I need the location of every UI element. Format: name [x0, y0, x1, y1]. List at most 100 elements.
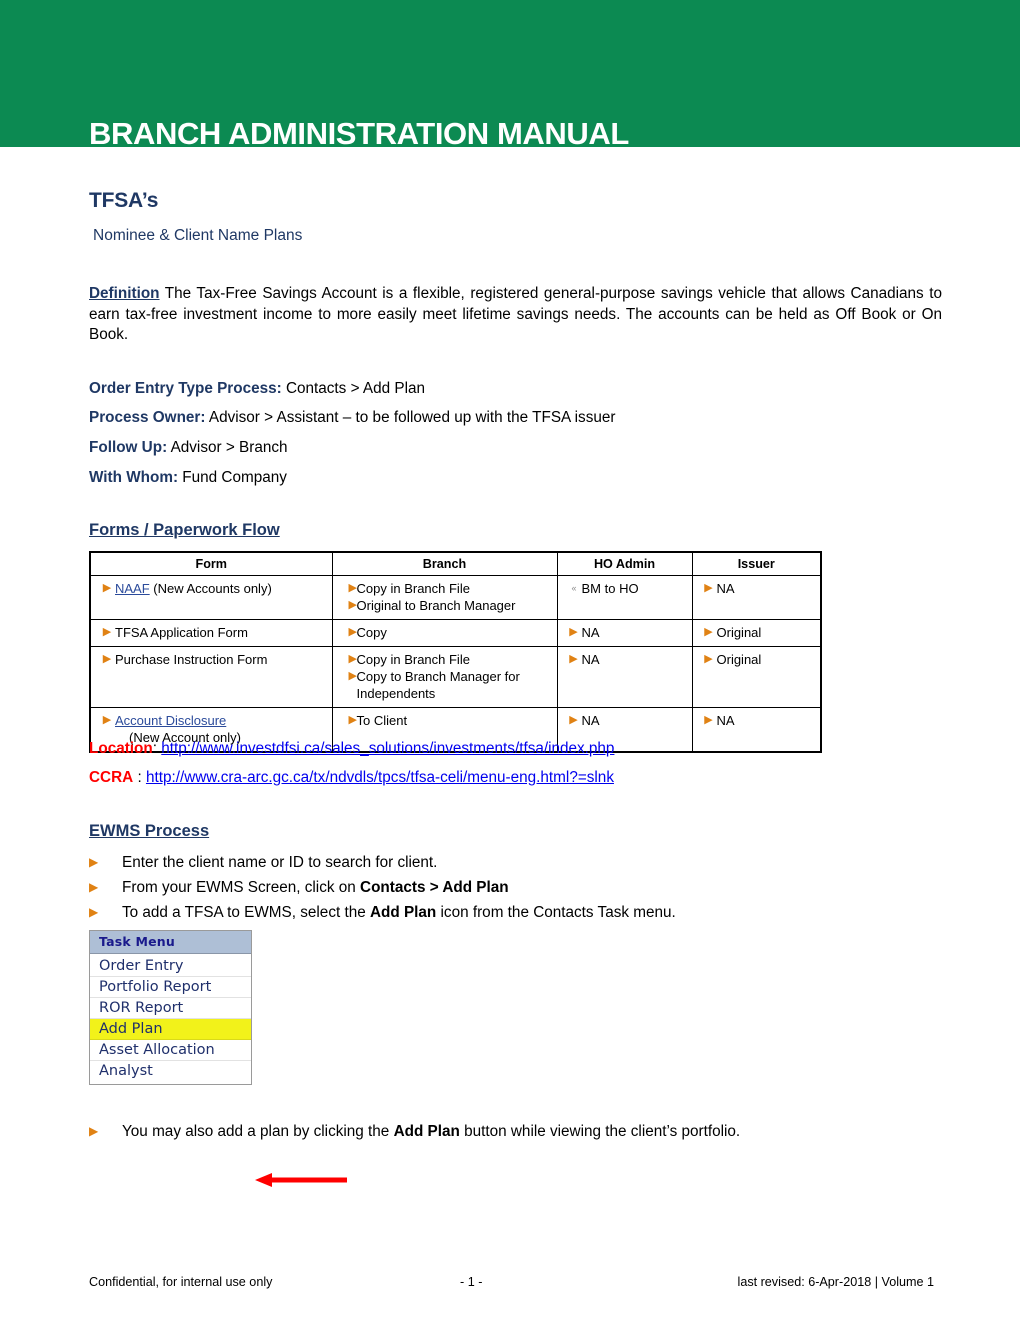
- bullet-triangle-icon: ▶: [102, 653, 112, 665]
- ccra-url-link[interactable]: http://www.cra-arc.gc.ca/tx/ndvdls/tpcs/…: [146, 769, 614, 786]
- list-item-bold: Add Plan: [393, 1123, 460, 1140]
- manual-title: BRANCH ADMINISTRATION MANUAL: [89, 116, 629, 151]
- forms-paperwork-flow-heading: Forms / Paperwork Flow: [89, 521, 280, 539]
- list-item-post: button while viewing the client’s portfo…: [459, 1123, 741, 1140]
- list-item-text: You may also add a plan by clicking the …: [122, 1119, 740, 1144]
- bullet-triangle-icon: ▶: [348, 599, 357, 611]
- bullet-triangle-icon: ▶: [348, 653, 357, 665]
- bullet-triangle-icon: ▶: [569, 653, 578, 665]
- process-owner-label: Process Owner:: [89, 409, 206, 426]
- cell-text: Copy in Branch File: [356, 652, 470, 667]
- naaf-link[interactable]: NAAF: [115, 581, 150, 596]
- cell-text: Original to Branch Manager: [356, 598, 516, 613]
- cell-text: NA: [716, 713, 735, 728]
- task-menu-item-add-plan[interactable]: Add Plan: [90, 1019, 251, 1040]
- task-menu-item-ror-report[interactable]: ROR Report: [90, 998, 251, 1019]
- forms-paperwork-table: Form Branch HO Admin Issuer ▶ NAAF (New …: [89, 551, 822, 753]
- ccra-label: CCRA: [89, 769, 134, 786]
- bullet-triangle-icon: ▶: [89, 1124, 99, 1138]
- cell-text: TFSA Application Form: [115, 625, 248, 640]
- cell-branch: ▶ Copy in Branch File ▶ Original to Branch…: [331, 575, 558, 620]
- page-subtitle: Nominee & Client Name Plans: [93, 227, 303, 244]
- definition-paragraph: Definition The Tax-Free Savings Account …: [89, 284, 942, 346]
- bullet-triangle-icon: ▶: [102, 582, 112, 594]
- cell-text: BM to HO: [581, 581, 639, 596]
- cell-issuer: ▶ NA: [691, 575, 822, 620]
- footer-page-number: - 1 -: [460, 1275, 483, 1289]
- cell-ho-admin: ‹‹ BM to HO: [556, 575, 693, 620]
- cell-ho-admin: ▶ NA: [556, 619, 693, 647]
- bullet-triangle-icon: ▶: [569, 626, 578, 638]
- order-entry-type-process-value: Contacts > Add Plan: [281, 380, 425, 397]
- bullet-triangle-icon: ▶: [89, 855, 99, 869]
- cell-text: Copy: [356, 625, 387, 640]
- cell-text: NA: [581, 652, 600, 667]
- location-url-link[interactable]: http://www.investdfsi.ca/sales_solutions…: [161, 740, 614, 757]
- list-item: ▶ Enter the client name or ID to search f…: [89, 850, 676, 875]
- definition-text: The Tax-Free Savings Account is a flexib…: [89, 285, 942, 343]
- list-item-pre: From your EWMS Screen, click on: [122, 879, 361, 896]
- bullet-triangle-icon: ▶: [89, 905, 99, 919]
- with-whom-label: With Whom:: [89, 469, 179, 486]
- red-arrow-annotation-icon: [255, 1173, 347, 1187]
- task-menu-header: Task Menu: [90, 931, 251, 954]
- bullet-triangle-icon: ▶: [704, 653, 713, 665]
- list-item-post: icon from the Contacts Task menu.: [436, 904, 676, 921]
- task-menu-item-asset-allocation[interactable]: Asset Allocation: [90, 1040, 251, 1061]
- list-item-pre: You may also add a plan by clicking the: [122, 1123, 394, 1140]
- ewms-process-heading: EWMS Process: [89, 822, 210, 840]
- list-item: ▶ From your EWMS Screen, click on Contact…: [89, 875, 676, 900]
- cell-issuer: ▶ Original: [691, 646, 822, 708]
- list-item-text: Enter the client name or ID to search fo…: [122, 850, 676, 875]
- page-title: TFSA’s: [89, 189, 159, 212]
- follow-up-value: Advisor > Branch: [167, 439, 288, 456]
- location-separator: :: [152, 740, 162, 757]
- cell-form: ▶ NAAF (New Accounts only): [89, 575, 333, 620]
- task-menu-screenshot: Task Menu Order Entry Portfolio Report R…: [89, 930, 252, 1085]
- cell-text: NA: [581, 713, 600, 728]
- ccra-separator: :: [133, 769, 146, 786]
- bullet-triangle-icon: ▶: [348, 670, 357, 682]
- cell-form: ▶ TFSA Application Form: [89, 619, 333, 647]
- column-header-ho-admin: HO Admin: [556, 552, 693, 576]
- list-item: ▶ You may also add a plan by clicking the…: [89, 1119, 740, 1144]
- bullet-triangle-icon: ▶: [569, 714, 578, 726]
- table-row: ▶ TFSA Application Form ▶ Copy ▶ NA ▶ Origin…: [89, 619, 822, 647]
- cell-issuer: ▶ Original: [691, 619, 822, 647]
- bullet-triangle-icon: ▶: [704, 714, 713, 726]
- ewms-bullet-list: ▶ Enter the client name or ID to search f…: [89, 850, 676, 925]
- bullet-triangle-icon: ▶: [89, 880, 99, 894]
- process-owner-line: Process Owner: Advisor > Assistant – to …: [89, 408, 615, 428]
- account-disclosure-link[interactable]: Account Disclosure: [115, 713, 226, 728]
- list-item-text: From your EWMS Screen, click on Contacts…: [122, 875, 676, 900]
- cell-form: ▶ Purchase Instruction Form: [89, 646, 333, 708]
- bullet-triangle-icon: ▶: [704, 626, 713, 638]
- follow-up-line: Follow Up: Advisor > Branch: [89, 438, 288, 458]
- task-menu-body: Order Entry Portfolio Report ROR Report …: [90, 954, 251, 1084]
- cell-text: NAAF (New Accounts only): [115, 580, 330, 597]
- ccra-line: CCRA : http://www.cra-arc.gc.ca/tx/ndvdl…: [89, 769, 614, 787]
- bullet-triangle-icon: ▶: [102, 626, 112, 638]
- column-header-branch: Branch: [331, 552, 558, 576]
- cell-issuer: ▶ NA: [691, 707, 822, 753]
- with-whom-value: Fund Company: [178, 469, 287, 486]
- cell-branch: ▶ Copy in Branch File ▶ Copy to Branch Man…: [331, 646, 558, 708]
- task-menu-item-analyst[interactable]: Analyst: [90, 1061, 251, 1081]
- footer-confidentiality-note: Confidential, for internal use only: [89, 1275, 273, 1289]
- process-owner-value: Advisor > Assistant – to be followed up …: [205, 409, 616, 426]
- footer-revision-info: last revised: 6-Apr-2018 | Volume 1: [737, 1275, 934, 1289]
- task-menu-item-order-entry[interactable]: Order Entry: [90, 956, 251, 977]
- cell-branch: ▶ Copy: [331, 619, 558, 647]
- task-menu-item-portfolio-report[interactable]: Portfolio Report: [90, 977, 251, 998]
- bullet-triangle-icon: ▶: [348, 714, 357, 726]
- naaf-suffix: (New Accounts only): [149, 581, 272, 596]
- list-item-text: To add a TFSA to EWMS, select the Add Pl…: [122, 900, 676, 925]
- bullet-triangle-icon: ▶: [348, 582, 357, 594]
- column-header-issuer: Issuer: [691, 552, 822, 576]
- list-item-pre: Enter the client name or ID to search fo…: [122, 854, 438, 871]
- additional-note-list: ▶ You may also add a plan by clicking the…: [89, 1119, 740, 1144]
- cell-text: Account Disclosure: [115, 712, 330, 729]
- cell-text: NA: [581, 625, 600, 640]
- bullet-triangle-icon: ▶: [348, 626, 357, 638]
- cell-text: Copy in Branch File: [356, 581, 470, 596]
